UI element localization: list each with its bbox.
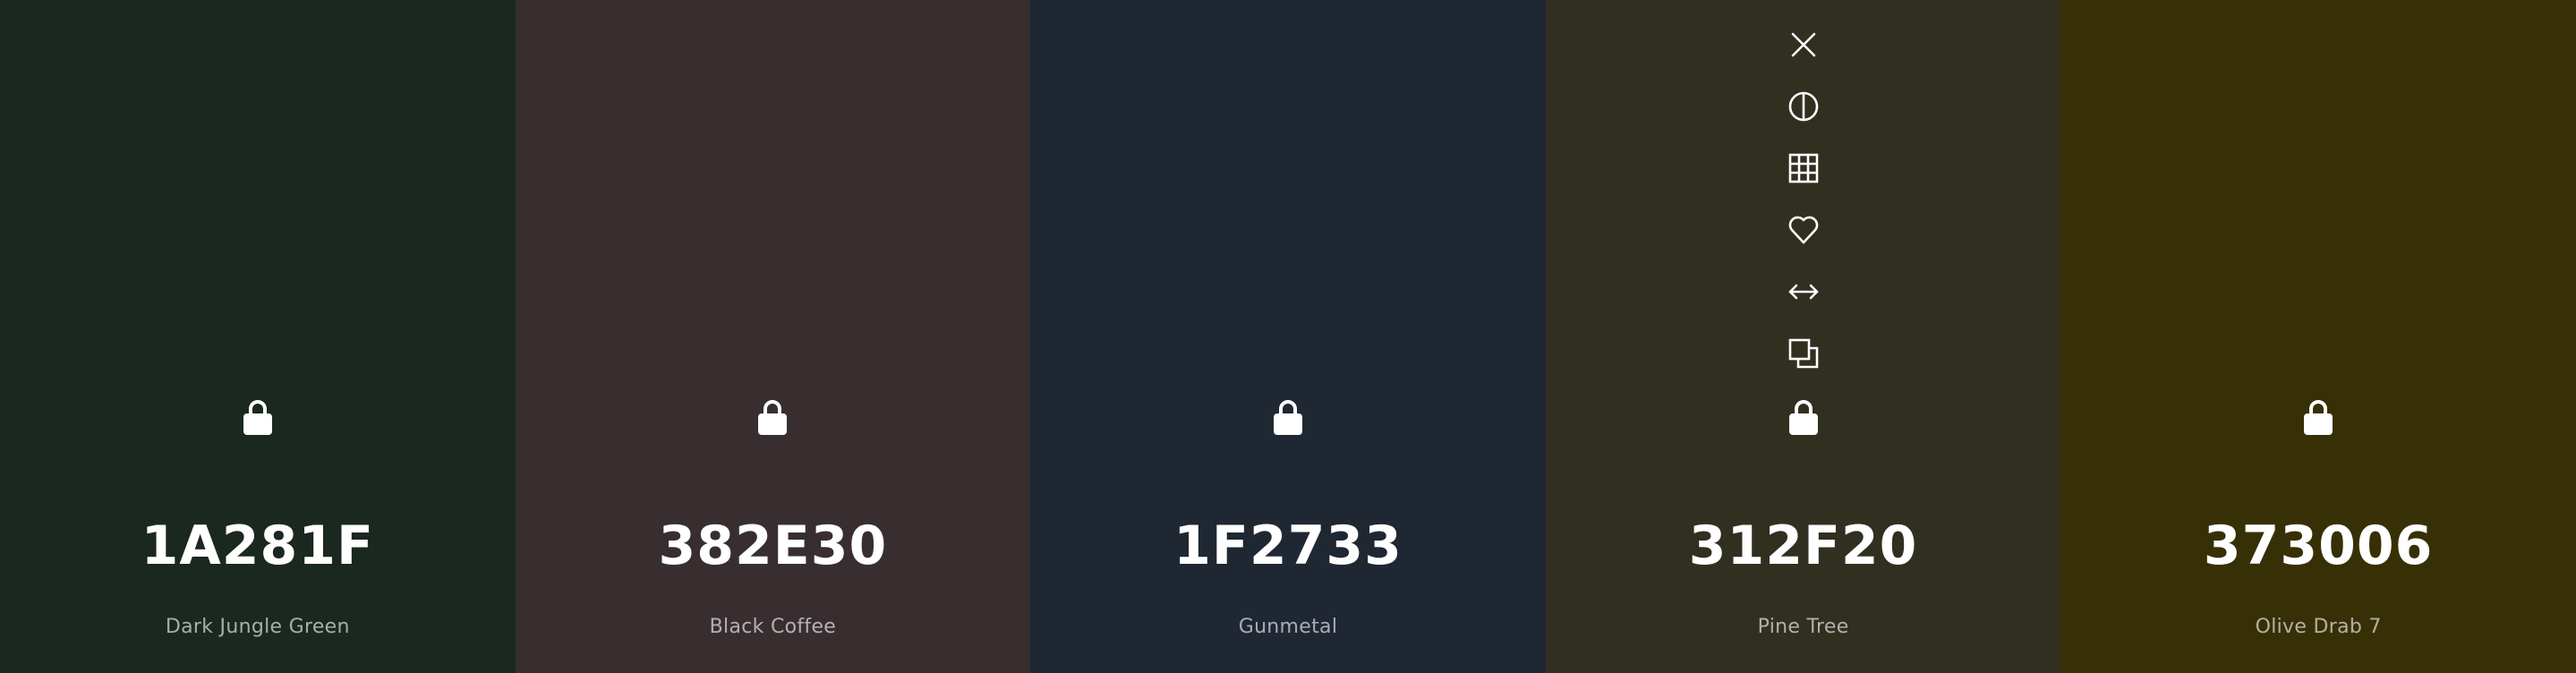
hex-code[interactable]: 373006 [2060,508,2576,584]
shades-grid-icon [1788,153,1818,183]
drag-button[interactable] [1786,274,1821,310]
heart-icon [1788,216,1818,244]
lock-button[interactable] [240,396,276,439]
swatch-pine-tree[interactable]: 312F20 Pine Tree [1545,0,2061,673]
hex-code[interactable]: 1A281F [0,508,516,584]
copy-hex-button[interactable] [1786,336,1821,371]
hex-code[interactable]: 1F2733 [1030,508,1546,584]
close-icon [1791,32,1815,57]
hex-code[interactable]: 312F20 [1546,508,2061,584]
lock-button[interactable] [2300,396,2336,439]
color-name[interactable]: Olive Drab 7 [2060,614,2576,641]
lock-icon [2304,400,2333,435]
color-palette: 1A281F Dark Jungle Green 382E30 Black Co… [0,0,2576,673]
color-name[interactable]: Dark Jungle Green [0,614,516,641]
swatch-dark-jungle-green[interactable]: 1A281F Dark Jungle Green [0,0,516,673]
lock-icon [758,400,788,435]
lock-icon [1273,400,1302,435]
lock-icon [243,400,272,435]
lock-button[interactable] [755,396,790,439]
view-contrast-button[interactable] [1786,89,1821,124]
swatch-olive-drab-7[interactable]: 373006 Olive Drab 7 [2060,0,2576,673]
lock-button[interactable] [1270,396,1306,439]
lock-button[interactable] [1786,396,1821,439]
hex-code[interactable]: 382E30 [516,508,1031,584]
swatch-gunmetal[interactable]: 1F2733 Gunmetal [1030,0,1546,673]
color-name[interactable]: Black Coffee [516,614,1031,641]
swatch-hover-toolbar [1786,27,1821,397]
lock-icon [1788,400,1818,435]
view-shades-button[interactable] [1786,150,1821,186]
copy-icon [1788,338,1818,369]
contrast-icon [1788,91,1818,122]
remove-color-button[interactable] [1786,27,1821,63]
color-name[interactable]: Pine Tree [1546,614,2061,641]
color-name[interactable]: Gunmetal [1030,614,1546,641]
swatch-black-coffee[interactable]: 382E30 Black Coffee [515,0,1031,673]
drag-arrows-icon [1788,284,1818,300]
save-color-button[interactable] [1786,212,1821,248]
